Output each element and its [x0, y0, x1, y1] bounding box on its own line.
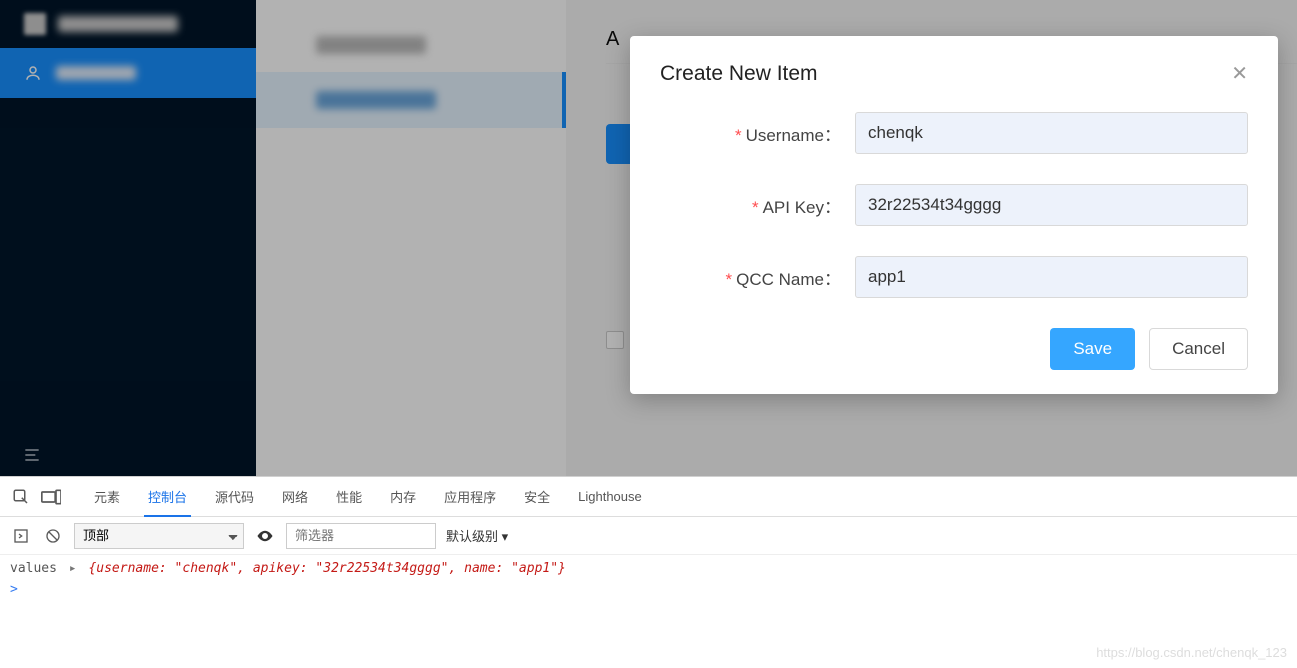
live-eye-icon[interactable]: [254, 525, 276, 547]
clear-console-icon[interactable]: [42, 525, 64, 547]
username-label: *Username：: [660, 121, 855, 146]
filter-input[interactable]: [286, 523, 436, 549]
apikey-input[interactable]: [855, 184, 1248, 226]
qccname-input[interactable]: [855, 256, 1248, 298]
tab-application[interactable]: 应用程序: [434, 477, 506, 516]
tab-performance[interactable]: 性能: [326, 477, 372, 516]
tab-security[interactable]: 安全: [514, 477, 560, 516]
modal-title: Create New Item: [660, 62, 818, 86]
watermark: https://blog.csdn.net/chenqk_123: [1096, 645, 1287, 660]
tab-network[interactable]: 网络: [272, 477, 318, 516]
tab-sources[interactable]: 源代码: [205, 477, 264, 516]
cancel-button[interactable]: Cancel: [1149, 328, 1248, 370]
tab-memory[interactable]: 内存: [380, 477, 426, 516]
tab-lighthouse[interactable]: Lighthouse: [568, 477, 652, 516]
console-toolbar: 顶部 默认级别 ▾: [0, 517, 1297, 555]
create-item-modal: Create New Item ✕ *Username： *API Key： *…: [630, 36, 1278, 394]
context-select[interactable]: 顶部: [74, 523, 244, 549]
device-toggle-icon[interactable]: [40, 486, 62, 508]
console-log-line[interactable]: values ▸ {username: "chenqk", apikey: "3…: [10, 561, 1287, 576]
save-button[interactable]: Save: [1050, 328, 1135, 370]
log-level-select[interactable]: 默认级别 ▾: [446, 526, 508, 545]
inspect-icon[interactable]: [10, 486, 32, 508]
qccname-label: *QCC Name：: [660, 265, 855, 290]
console-sidebar-icon[interactable]: [10, 525, 32, 547]
devtools-panel: 元素 控制台 源代码 网络 性能 内存 应用程序 安全 Lighthouse 顶…: [0, 476, 1297, 668]
modal-close-button[interactable]: ✕: [1231, 64, 1248, 84]
apikey-label: *API Key：: [660, 193, 855, 218]
tab-console[interactable]: 控制台: [138, 477, 197, 516]
close-icon: ✕: [1231, 63, 1248, 85]
tab-elements[interactable]: 元素: [84, 477, 130, 516]
devtools-tabs: 元素 控制台 源代码 网络 性能 内存 应用程序 安全 Lighthouse: [0, 477, 1297, 517]
console-prompt[interactable]: >: [10, 582, 1287, 597]
username-input[interactable]: [855, 112, 1248, 154]
